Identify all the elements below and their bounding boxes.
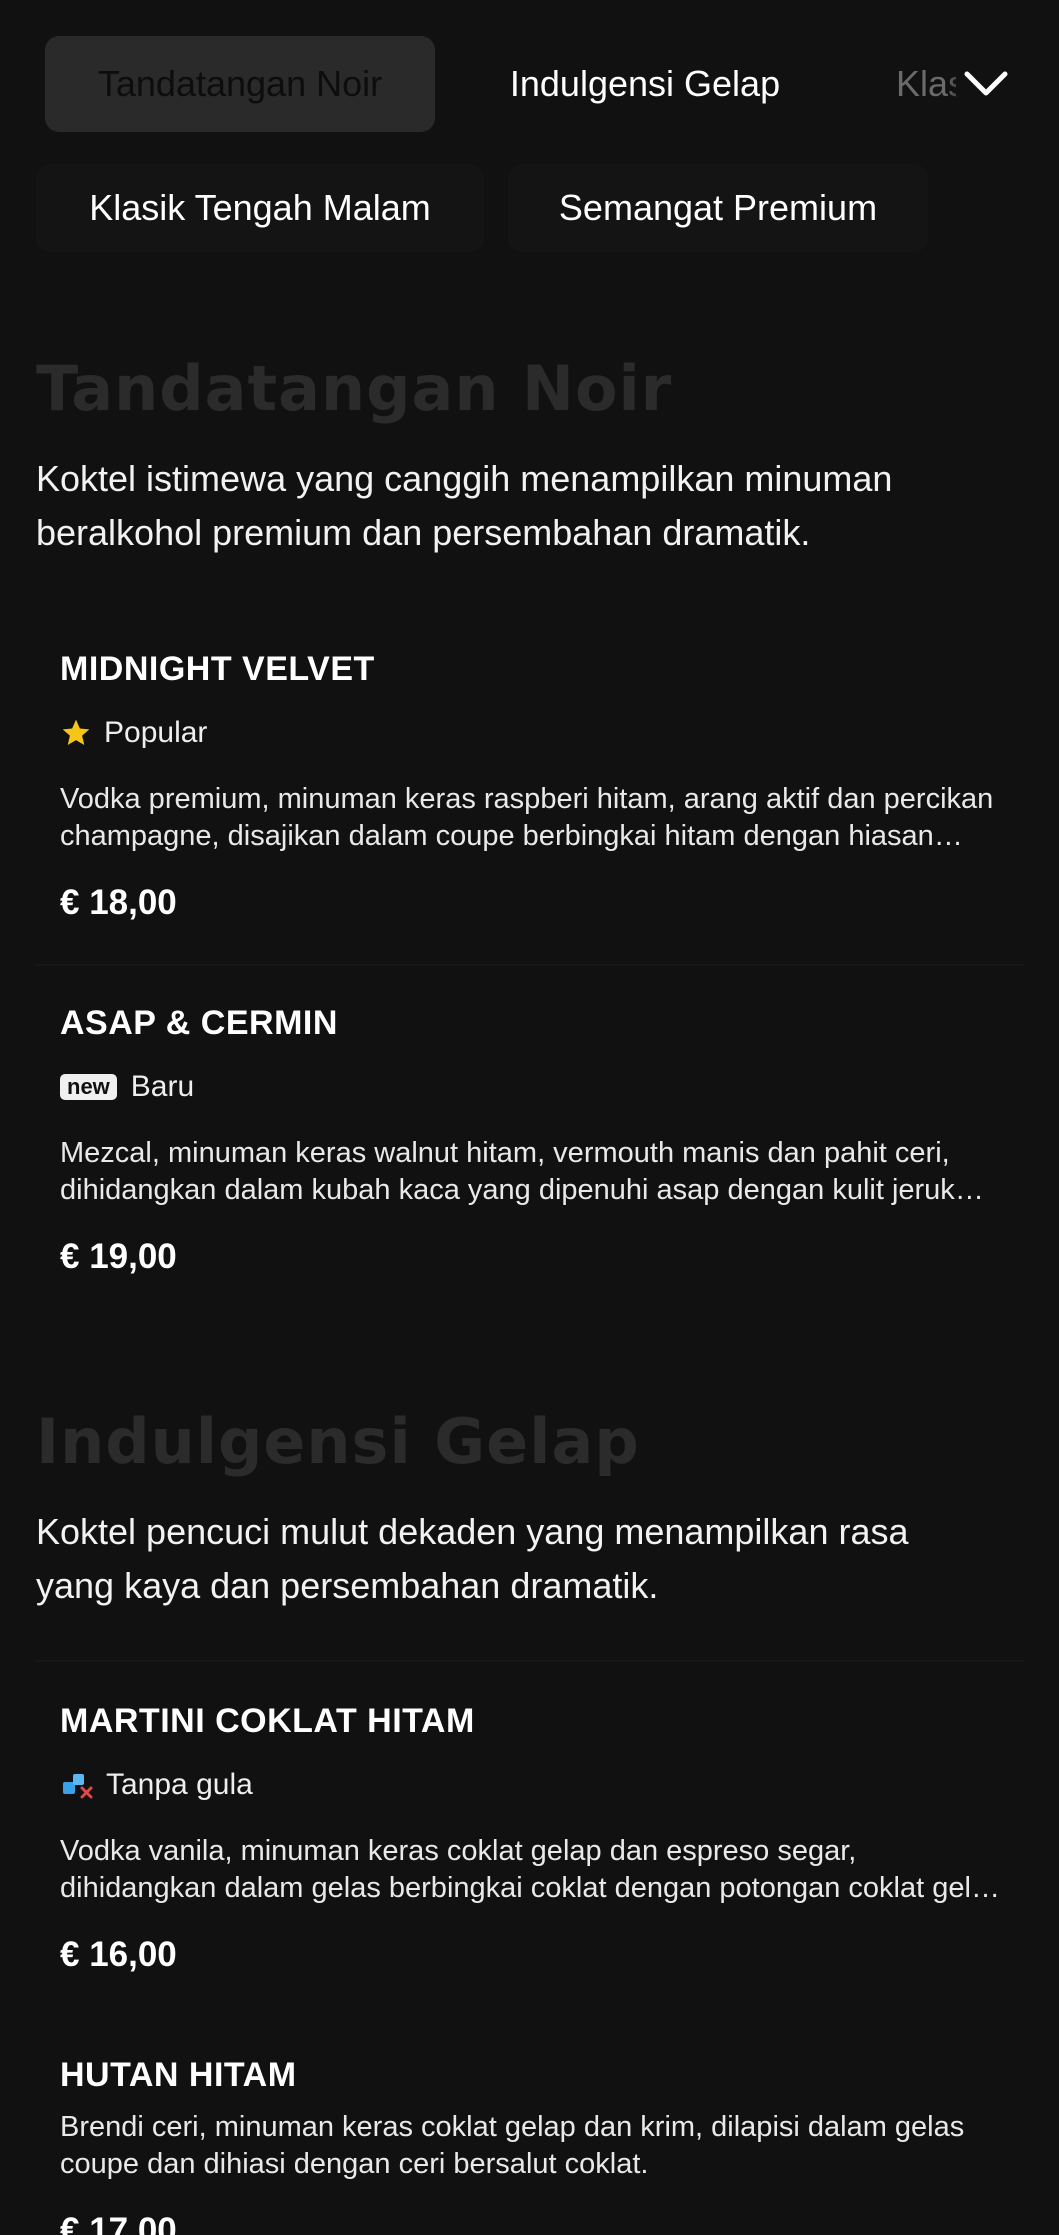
star-icon (60, 717, 92, 749)
more-categories-button[interactable] (945, 36, 1027, 132)
tab-tandatangan-noir[interactable]: Tandatangan Noir (45, 36, 435, 132)
menu-item[interactable]: MIDNIGHT VELVET Popular Vodka premium, m… (60, 650, 1010, 923)
item-name: HUTAN HITAM (60, 2056, 297, 2094)
section-description: Koktel pencuci mulut dekaden yang menamp… (36, 1511, 909, 1606)
divider (36, 1660, 1023, 1662)
item-name: MARTINI COKLAT HITAM (60, 1702, 475, 1740)
menu-item[interactable]: MARTINI COKLAT HITAM Tanpa gula Vodka va… (60, 1702, 1010, 1975)
item-tag: Tanpa gula (60, 1767, 1010, 1803)
menu-page: Tandatangan Noir Indulgensi Gelap Klasik… (0, 0, 1059, 2235)
tag-label: Popular (104, 716, 208, 749)
chevron-down-icon (964, 71, 1008, 96)
tag-label: Tanpa gula (106, 1768, 253, 1801)
menu-item[interactable]: HUTAN HITAM Brendi ceri, minuman keras c… (60, 2056, 1010, 2235)
item-name: ASAP & CERMIN (60, 1004, 338, 1042)
tab-klasik-tengah-malam[interactable]: Klasik Tengah Malam (36, 164, 484, 252)
item-price: € 17,00 (60, 2211, 177, 2235)
section-title: Tandatangan Noir (36, 352, 673, 425)
tab-semangat-premium[interactable]: Semangat Premium (508, 164, 928, 252)
tab-indulgensi-gelap[interactable]: Indulgensi Gelap (465, 36, 825, 132)
item-price: € 19,00 (60, 1237, 177, 1276)
sugar-free-icon (60, 1770, 94, 1800)
menu-item[interactable]: ASAP & CERMIN new Baru Mezcal, minuman k… (60, 1004, 1010, 1277)
item-description: Brendi ceri, minuman keras coklat gelap … (60, 2111, 965, 2180)
item-price: € 18,00 (60, 883, 177, 922)
item-tag: Popular (60, 715, 1010, 751)
category-tabs: Tandatangan Noir Indulgensi Gelap Klasik… (0, 0, 1059, 160)
divider (36, 964, 1023, 966)
tag-label: Baru (130, 1070, 195, 1103)
item-name: MIDNIGHT VELVET (60, 650, 375, 688)
item-description: Mezcal, minuman keras walnut hitam, verm… (60, 1137, 955, 1206)
section-title: Indulgensi Gelap (36, 1405, 640, 1478)
section-description: Koktel istimewa yang canggih menampilkan… (36, 458, 893, 553)
item-description: Vodka vanila, minuman keras coklat gelap… (60, 1835, 1004, 1904)
item-description: Vodka premium, minuman keras raspberi hi… (60, 783, 994, 852)
item-price: € 16,00 (60, 1935, 177, 1974)
item-tag: new Baru (60, 1069, 1010, 1105)
new-badge: new (60, 1074, 117, 1100)
